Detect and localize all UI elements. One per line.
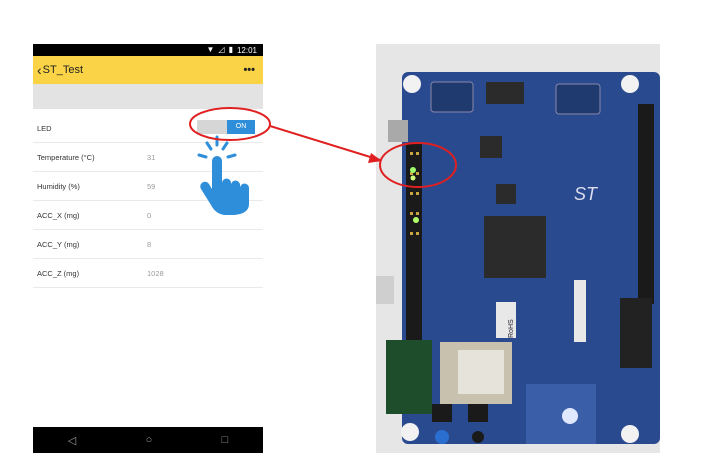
battery-icon: ▮	[228, 45, 233, 54]
row-label: LED	[37, 123, 52, 133]
row-value: 1028	[147, 268, 164, 278]
rohs-label: RoHS	[508, 319, 515, 338]
phone-screen: ▼ ◿ ▮ 12:01 ‹ ST_Test ••• LED ON Tempera…	[33, 44, 263, 453]
row-label: ACC_X (mg)	[37, 210, 80, 220]
app-title: ST_Test	[42, 64, 84, 76]
overflow-menu-button[interactable]: •••	[243, 64, 255, 76]
svg-text:ST: ST	[574, 184, 599, 204]
row-label: ACC_Z (mg)	[37, 268, 80, 278]
app-bar: ‹ ST_Test •••	[33, 56, 263, 84]
board-photo: ST RoHS	[376, 44, 660, 453]
board-details: ST RoHS	[376, 75, 654, 444]
list-item-acc-z: ACC_Z (mg) 1028	[33, 259, 263, 288]
toggle-state: ON	[227, 120, 255, 134]
list-item-acc-y: ACC_Y (mg) 8	[33, 230, 263, 259]
annotation-arrow	[269, 125, 381, 161]
row-label: Humidity (%)	[37, 181, 80, 191]
android-nav-bar: ◁ ○ □	[33, 427, 263, 453]
row-value: 59	[147, 181, 156, 191]
tap-hand-icon	[197, 135, 249, 215]
chevron-left-icon: ‹	[37, 62, 42, 78]
signal-icon: ◿	[218, 45, 225, 54]
section-header	[33, 84, 263, 109]
nav-recents-button[interactable]: □	[222, 434, 229, 446]
wifi-icon: ▼	[206, 45, 215, 54]
nav-home-button[interactable]: ○	[146, 434, 153, 446]
nav-back-button[interactable]: ◁	[68, 434, 76, 447]
row-value: 8	[147, 239, 152, 249]
led-toggle[interactable]: ON	[197, 120, 255, 134]
row-value: 0	[147, 210, 152, 220]
status-time: 12:01	[236, 45, 257, 55]
row-label: ACC_Y (mg)	[37, 239, 80, 249]
row-label: Temperature (°C)	[37, 152, 95, 162]
back-button[interactable]: ‹ ST_Test	[37, 63, 83, 77]
status-bar: ▼ ◿ ▮ 12:01	[33, 44, 263, 56]
row-value: 31	[147, 152, 156, 162]
